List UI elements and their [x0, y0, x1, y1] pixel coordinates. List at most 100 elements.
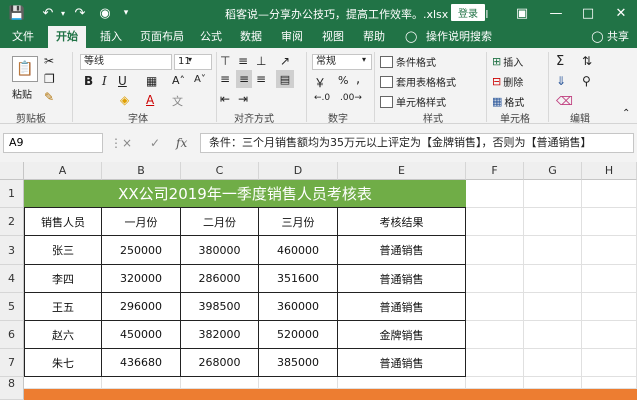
empty-cell[interactable]: [524, 180, 582, 208]
save-icon[interactable]: 💾: [8, 4, 26, 22]
insert-cells-button[interactable]: ⊞ 插入: [492, 54, 523, 69]
empty-cell[interactable]: [524, 208, 582, 236]
tell-me-search[interactable]: 操作说明搜索: [426, 26, 492, 48]
empty-cell[interactable]: [466, 349, 524, 377]
tab-home[interactable]: 开始: [48, 26, 86, 48]
row-header-1[interactable]: 1: [0, 180, 24, 208]
collapse-ribbon-icon[interactable]: ⌃: [622, 108, 630, 119]
align-bottom-icon[interactable]: ⊥: [256, 54, 266, 68]
tab-help[interactable]: 帮助: [363, 26, 385, 48]
cancel-icon[interactable]: ×: [122, 133, 132, 153]
increase-indent-icon[interactable]: ⇥: [238, 92, 248, 106]
delete-cells-button[interactable]: ⊟ 删除: [492, 74, 523, 89]
empty-cell[interactable]: [582, 293, 637, 321]
table-cell[interactable]: 朱七: [25, 349, 102, 377]
empty-cell[interactable]: [338, 377, 466, 389]
empty-cell[interactable]: [524, 349, 582, 377]
column-header-b[interactable]: B: [102, 162, 181, 180]
maximize-icon[interactable]: □: [577, 3, 599, 23]
table-cell[interactable]: 普通销售: [338, 293, 466, 321]
worksheet-grid[interactable]: A B C D E F G H 1 2 3 4 5 6 7 8 XX公司2019…: [0, 162, 637, 400]
table-cell[interactable]: 268000: [181, 349, 259, 377]
minimize-icon[interactable]: —: [545, 3, 567, 23]
table-header-cell[interactable]: 销售人员: [25, 208, 102, 236]
empty-cell[interactable]: [24, 377, 102, 389]
tab-page-layout[interactable]: 页面布局: [140, 26, 184, 48]
row-header-8[interactable]: 8: [0, 377, 24, 400]
table-cell[interactable]: 296000: [102, 293, 181, 321]
align-center-icon[interactable]: ≡: [236, 70, 252, 88]
formula-input[interactable]: 条件：三个月销售额均为35万元以上评定为【金牌销售】，否则为【普通销售】: [200, 133, 634, 153]
row-header-5[interactable]: 5: [0, 293, 24, 321]
number-format-dropdown-icon[interactable]: ▾: [362, 55, 366, 64]
sort-filter-icon[interactable]: ⇅: [582, 54, 592, 68]
undo-icon[interactable]: ↶: [38, 4, 58, 22]
table-cell[interactable]: 382000: [181, 321, 259, 349]
find-select-icon[interactable]: ⚲: [582, 74, 591, 88]
table-cell[interactable]: 450000: [102, 321, 181, 349]
increase-font-icon[interactable]: A˄: [172, 74, 185, 87]
currency-icon[interactable]: ￥: [314, 74, 326, 91]
column-header-d[interactable]: D: [259, 162, 338, 180]
customize-toolbar-icon[interactable]: ▾: [120, 4, 132, 22]
tab-formulas[interactable]: 公式: [200, 26, 222, 48]
align-middle-icon[interactable]: ≡: [238, 54, 248, 68]
tab-view[interactable]: 视图: [322, 26, 344, 48]
name-box[interactable]: A9: [3, 133, 103, 153]
empty-cell[interactable]: [524, 236, 582, 265]
row-header-6[interactable]: 6: [0, 321, 24, 349]
decrease-decimal-icon[interactable]: .00→: [340, 93, 362, 103]
row-header-4[interactable]: 4: [0, 265, 24, 293]
align-top-icon[interactable]: ⊤: [220, 54, 230, 68]
cell-styles-button[interactable]: 单元格样式: [380, 94, 446, 109]
empty-cell[interactable]: [524, 377, 582, 389]
table-cell[interactable]: 436680: [102, 349, 181, 377]
insert-function-icon[interactable]: fx: [176, 133, 187, 153]
conditional-format-button[interactable]: 条件格式: [380, 54, 436, 69]
border-icon[interactable]: ▦: [146, 74, 157, 88]
column-header-g[interactable]: G: [524, 162, 582, 180]
wen-icon[interactable]: 文: [172, 93, 183, 109]
login-button[interactable]: 登录: [451, 4, 485, 21]
empty-cell[interactable]: [259, 377, 338, 389]
table-header-cell[interactable]: 一月份: [102, 208, 181, 236]
select-all-corner[interactable]: [0, 162, 24, 180]
table-cell[interactable]: 385000: [259, 349, 338, 377]
empty-cell[interactable]: [582, 236, 637, 265]
bold-button[interactable]: B: [84, 74, 93, 88]
orientation-icon[interactable]: ↗: [280, 54, 290, 68]
column-header-f[interactable]: F: [466, 162, 524, 180]
autosum-icon[interactable]: Σ: [556, 54, 564, 69]
table-cell[interactable]: 张三: [25, 236, 102, 265]
table-cell[interactable]: 460000: [259, 236, 338, 265]
tab-insert[interactable]: 插入: [100, 26, 122, 48]
table-cell[interactable]: 380000: [181, 236, 259, 265]
empty-cell[interactable]: [466, 377, 524, 389]
empty-cell[interactable]: [524, 321, 582, 349]
empty-cell[interactable]: [582, 265, 637, 293]
empty-cell[interactable]: [466, 180, 524, 208]
column-header-e[interactable]: E: [338, 162, 466, 180]
table-cell[interactable]: 398500: [181, 293, 259, 321]
font-name-select[interactable]: 等线: [80, 54, 172, 70]
table-cell[interactable]: 赵六: [25, 321, 102, 349]
empty-cell[interactable]: [524, 265, 582, 293]
paste-icon[interactable]: 📋: [12, 56, 38, 82]
table-cell[interactable]: 普通销售: [338, 265, 466, 293]
format-cells-button[interactable]: ▦ 格式: [492, 94, 524, 109]
clear-icon[interactable]: ⌫: [556, 94, 573, 108]
empty-cell[interactable]: [466, 293, 524, 321]
empty-cell[interactable]: [466, 321, 524, 349]
table-cell[interactable]: 250000: [102, 236, 181, 265]
empty-cell[interactable]: [582, 377, 637, 389]
sheet-title-cell[interactable]: XX公司2019年一季度销售人员考核表: [24, 180, 466, 208]
empty-cell[interactable]: [524, 293, 582, 321]
copy-icon[interactable]: ❐: [44, 72, 55, 86]
empty-cell[interactable]: [102, 377, 181, 389]
empty-cell[interactable]: [582, 321, 637, 349]
column-header-a[interactable]: A: [24, 162, 102, 180]
tab-data[interactable]: 数据: [240, 26, 262, 48]
empty-cell[interactable]: [582, 180, 637, 208]
table-cell[interactable]: 王五: [25, 293, 102, 321]
row-header-3[interactable]: 3: [0, 236, 24, 265]
